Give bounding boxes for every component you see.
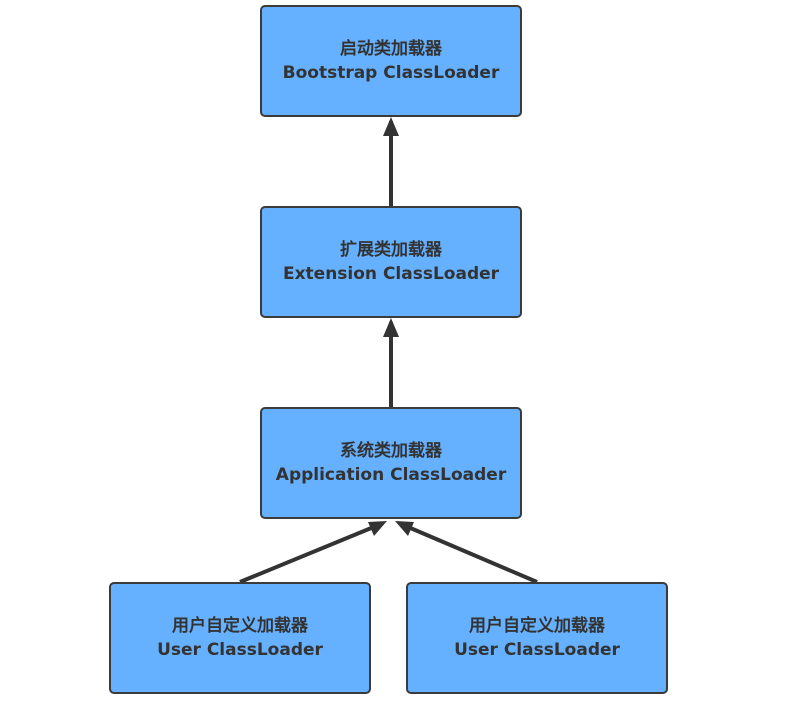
node-title: 系统类加载器	[340, 441, 442, 461]
node-user-classloader-right: 用户自定义加载器 User ClassLoader	[406, 582, 668, 694]
arrowhead-bootstrap	[383, 117, 399, 136]
node-bootstrap-classloader: 启动类加载器 Bootstrap ClassLoader	[260, 5, 522, 117]
node-subtitle: User ClassLoader	[454, 640, 620, 660]
node-title: 扩展类加载器	[340, 240, 442, 260]
node-subtitle: User ClassLoader	[157, 640, 323, 660]
node-title: 用户自定义加载器	[469, 616, 605, 636]
node-subtitle: Bootstrap ClassLoader	[282, 63, 500, 83]
arrowhead-extension	[383, 318, 399, 337]
classloader-hierarchy-diagram: 启动类加载器 Bootstrap ClassLoader 扩展类加载器 Exte…	[0, 0, 788, 709]
arrowhead-application-left	[368, 521, 387, 536]
edge-user-1-to-application	[239, 522, 382, 584]
node-user-classloader-left: 用户自定义加载器 User ClassLoader	[109, 582, 371, 694]
node-title: 用户自定义加载器	[172, 616, 308, 636]
node-subtitle: Application ClassLoader	[275, 465, 507, 485]
edge-user-2-to-application	[400, 522, 538, 584]
node-application-classloader: 系统类加载器 Application ClassLoader	[260, 407, 522, 519]
arrowhead-application-right	[395, 521, 414, 536]
node-extension-classloader: 扩展类加载器 Extension ClassLoader	[260, 206, 522, 318]
node-title: 启动类加载器	[340, 39, 442, 59]
node-subtitle: Extension ClassLoader	[282, 264, 500, 284]
